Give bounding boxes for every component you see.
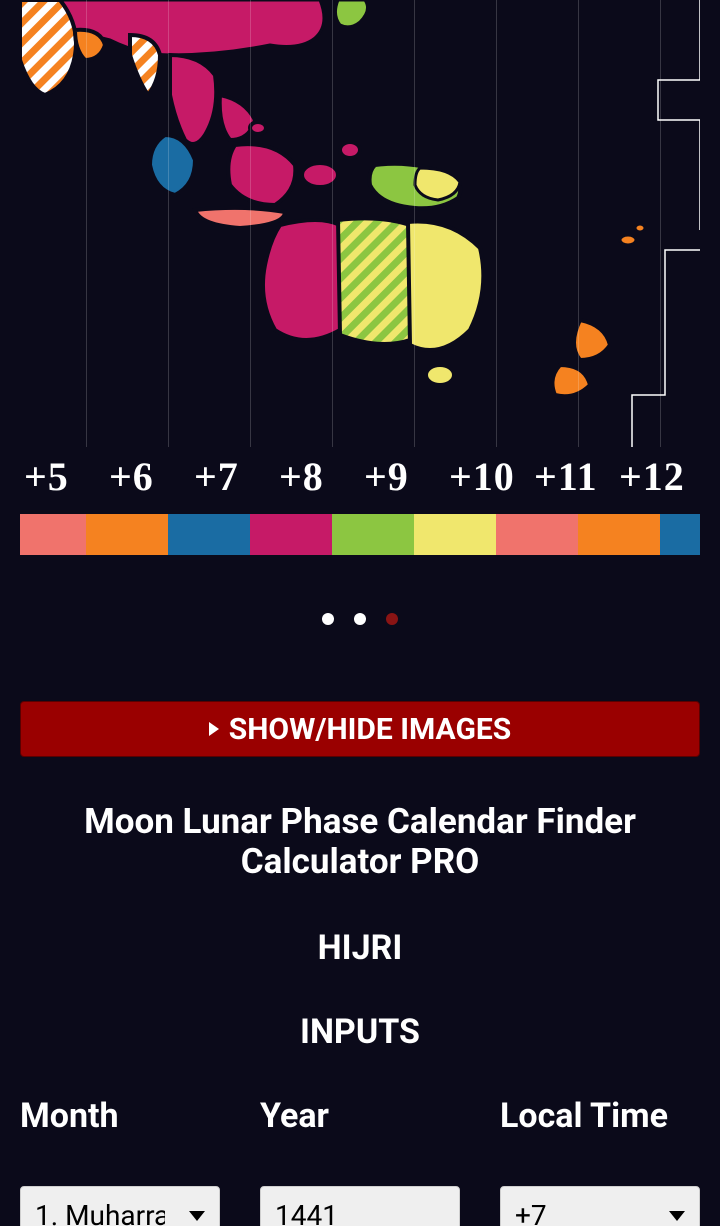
triangle-right-icon xyxy=(209,722,219,736)
timezone-labels-row: +5 +6 +7 +8 +9 +10 +11 +12 xyxy=(20,447,700,507)
tz-label: +8 xyxy=(275,447,360,507)
tz-label: +11 xyxy=(530,447,615,507)
timezone-map[interactable]: +5 +6 +7 +8 +9 +10 +11 +12 xyxy=(20,0,700,555)
month-select-value: 1. Muharram xyxy=(35,1199,165,1226)
show-hide-images-button[interactable]: SHOW/HIDE IMAGES xyxy=(20,701,700,757)
subtitle-hijri: HIJRI xyxy=(20,928,700,968)
carousel-dot[interactable] xyxy=(322,613,334,625)
year-input[interactable]: 1441 xyxy=(260,1186,460,1226)
localtime-label: Local Time xyxy=(500,1096,700,1136)
carousel-dots xyxy=(20,613,700,625)
tz-label: +6 xyxy=(105,447,190,507)
localtime-select[interactable]: +7 xyxy=(500,1186,700,1226)
input-fields-row: 1. Muharram 1441 +7 xyxy=(20,1186,700,1226)
tz-label: +5 xyxy=(20,447,105,507)
tz-label: +9 xyxy=(360,447,445,507)
show-hide-images-label: SHOW/HIDE IMAGES xyxy=(229,712,512,747)
tz-label: +7 xyxy=(190,447,275,507)
input-labels-row: Month Year Local Time xyxy=(20,1096,700,1136)
tz-label: +10 xyxy=(445,447,530,507)
carousel-dot[interactable] xyxy=(354,613,366,625)
localtime-select-value: +7 xyxy=(515,1199,547,1226)
year-label: Year xyxy=(260,1096,500,1136)
month-label: Month xyxy=(20,1096,260,1136)
carousel-dot-active[interactable] xyxy=(386,613,398,625)
page-title: Moon Lunar Phase Calendar Finder Calcula… xyxy=(20,802,700,883)
timezone-legend-strip xyxy=(20,514,700,555)
year-input-value: 1441 xyxy=(275,1199,338,1226)
tz-label: +12 xyxy=(615,447,700,507)
subtitle-inputs: INPUTS xyxy=(20,1012,700,1052)
month-select[interactable]: 1. Muharram xyxy=(20,1186,220,1226)
